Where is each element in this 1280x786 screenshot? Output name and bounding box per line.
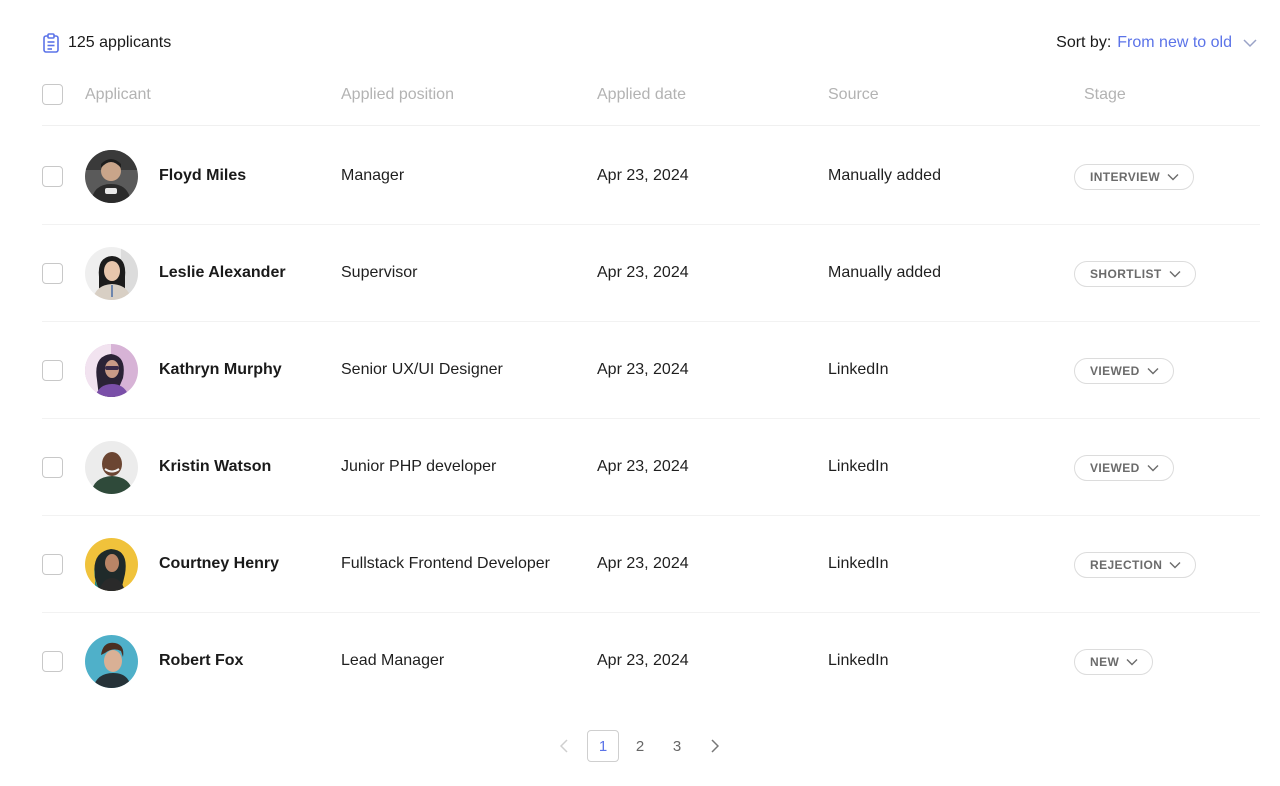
source: Manually added	[828, 264, 941, 281]
stage-label: REJECTION	[1090, 558, 1163, 572]
pagination: 1 2 3	[0, 730, 1280, 762]
table-row[interactable]: Robert Fox Lead Manager Apr 23, 2024 Lin…	[42, 613, 1260, 710]
source: LinkedIn	[828, 361, 889, 378]
sort-control: Sort by: From new to old	[1056, 34, 1258, 52]
applied-date: Apr 23, 2024	[597, 458, 689, 475]
stage-label: SHORTLIST	[1090, 267, 1162, 281]
source: LinkedIn	[828, 458, 889, 475]
table-header: Applicant Applied position Applied date …	[42, 84, 1260, 126]
applied-date: Apr 23, 2024	[597, 167, 689, 184]
chevron-down-icon	[1169, 561, 1181, 569]
source: LinkedIn	[828, 652, 889, 669]
page-3-button[interactable]: 3	[661, 730, 693, 762]
stage-label: NEW	[1090, 655, 1120, 669]
applied-position: Manager	[341, 167, 405, 184]
stage-dropdown[interactable]: INTERVIEW	[1074, 164, 1195, 190]
chevron-down-icon	[1169, 270, 1181, 278]
table-row[interactable]: Kathryn Murphy Senior UX/UI Designer Apr…	[42, 322, 1260, 419]
page-1-button[interactable]: 1	[587, 730, 619, 762]
avatar	[85, 344, 138, 397]
avatar	[85, 150, 138, 203]
source: LinkedIn	[828, 555, 889, 572]
applicant-name[interactable]: Kristin Watson	[159, 458, 271, 476]
column-source[interactable]: Source	[828, 86, 879, 104]
row-checkbox[interactable]	[42, 166, 63, 187]
chevron-right-icon[interactable]	[699, 730, 731, 762]
column-stage[interactable]: Stage	[1084, 86, 1126, 104]
stage-dropdown[interactable]: NEW	[1074, 649, 1154, 675]
applicant-name[interactable]: Robert Fox	[159, 652, 243, 670]
chevron-down-icon[interactable]	[1242, 38, 1258, 48]
stage-dropdown[interactable]: SHORTLIST	[1074, 261, 1196, 287]
applied-position: Fullstack Frontend Developer	[341, 555, 550, 572]
row-checkbox[interactable]	[42, 457, 63, 478]
applied-date: Apr 23, 2024	[597, 652, 689, 669]
chevron-down-icon	[1147, 367, 1159, 375]
stage-dropdown[interactable]: VIEWED	[1074, 455, 1174, 481]
row-checkbox[interactable]	[42, 554, 63, 575]
applicant-name[interactable]: Courtney Henry	[159, 555, 279, 573]
applied-position: Supervisor	[341, 264, 418, 281]
applied-date: Apr 23, 2024	[597, 555, 689, 572]
applicant-name[interactable]: Kathryn Murphy	[159, 361, 282, 379]
avatar	[85, 247, 138, 300]
table-row[interactable]: Leslie Alexander Supervisor Apr 23, 2024…	[42, 225, 1260, 322]
applied-position: Lead Manager	[341, 652, 445, 669]
sort-label: Sort by:	[1056, 34, 1112, 51]
applied-date: Apr 23, 2024	[597, 361, 689, 378]
stage-dropdown[interactable]: REJECTION	[1074, 552, 1197, 578]
row-checkbox[interactable]	[42, 651, 63, 672]
applied-position: Senior UX/UI Designer	[341, 361, 503, 378]
applicant-count-text: 125 applicants	[68, 34, 172, 51]
applicant-count: 125 applicants	[42, 33, 171, 53]
table-row[interactable]: Courtney Henry Fullstack Frontend Develo…	[42, 516, 1260, 613]
column-applicant[interactable]: Applicant	[85, 86, 151, 104]
applicant-name[interactable]: Floyd Miles	[159, 167, 246, 185]
table-row[interactable]: Kristin Watson Junior PHP developer Apr …	[42, 419, 1260, 516]
select-all-checkbox[interactable]	[42, 84, 63, 105]
applied-position: Junior PHP developer	[341, 458, 497, 475]
stage-label: VIEWED	[1090, 461, 1140, 475]
stage-label: INTERVIEW	[1090, 170, 1161, 184]
stage-label: VIEWED	[1090, 364, 1140, 378]
page-2-button[interactable]: 2	[624, 730, 656, 762]
stage-dropdown[interactable]: VIEWED	[1074, 358, 1174, 384]
applicant-name[interactable]: Leslie Alexander	[159, 264, 286, 282]
row-checkbox[interactable]	[42, 263, 63, 284]
row-checkbox[interactable]	[42, 360, 63, 381]
applied-date: Apr 23, 2024	[597, 264, 689, 281]
avatar	[85, 538, 138, 591]
chevron-down-icon	[1167, 173, 1179, 181]
chevron-down-icon	[1147, 464, 1159, 472]
avatar	[85, 441, 138, 494]
avatar	[85, 635, 138, 688]
clipboard-icon	[42, 33, 60, 53]
sort-value[interactable]: From new to old	[1117, 34, 1232, 52]
column-date[interactable]: Applied date	[597, 86, 686, 104]
chevron-down-icon	[1126, 658, 1138, 666]
chevron-left-icon[interactable]	[548, 730, 580, 762]
source: Manually added	[828, 167, 941, 184]
column-position[interactable]: Applied position	[341, 86, 454, 104]
table-row[interactable]: Floyd Miles Manager Apr 23, 2024 Manuall…	[42, 128, 1260, 225]
toolbar: 125 applicants Sort by: From new to old	[42, 30, 1258, 56]
